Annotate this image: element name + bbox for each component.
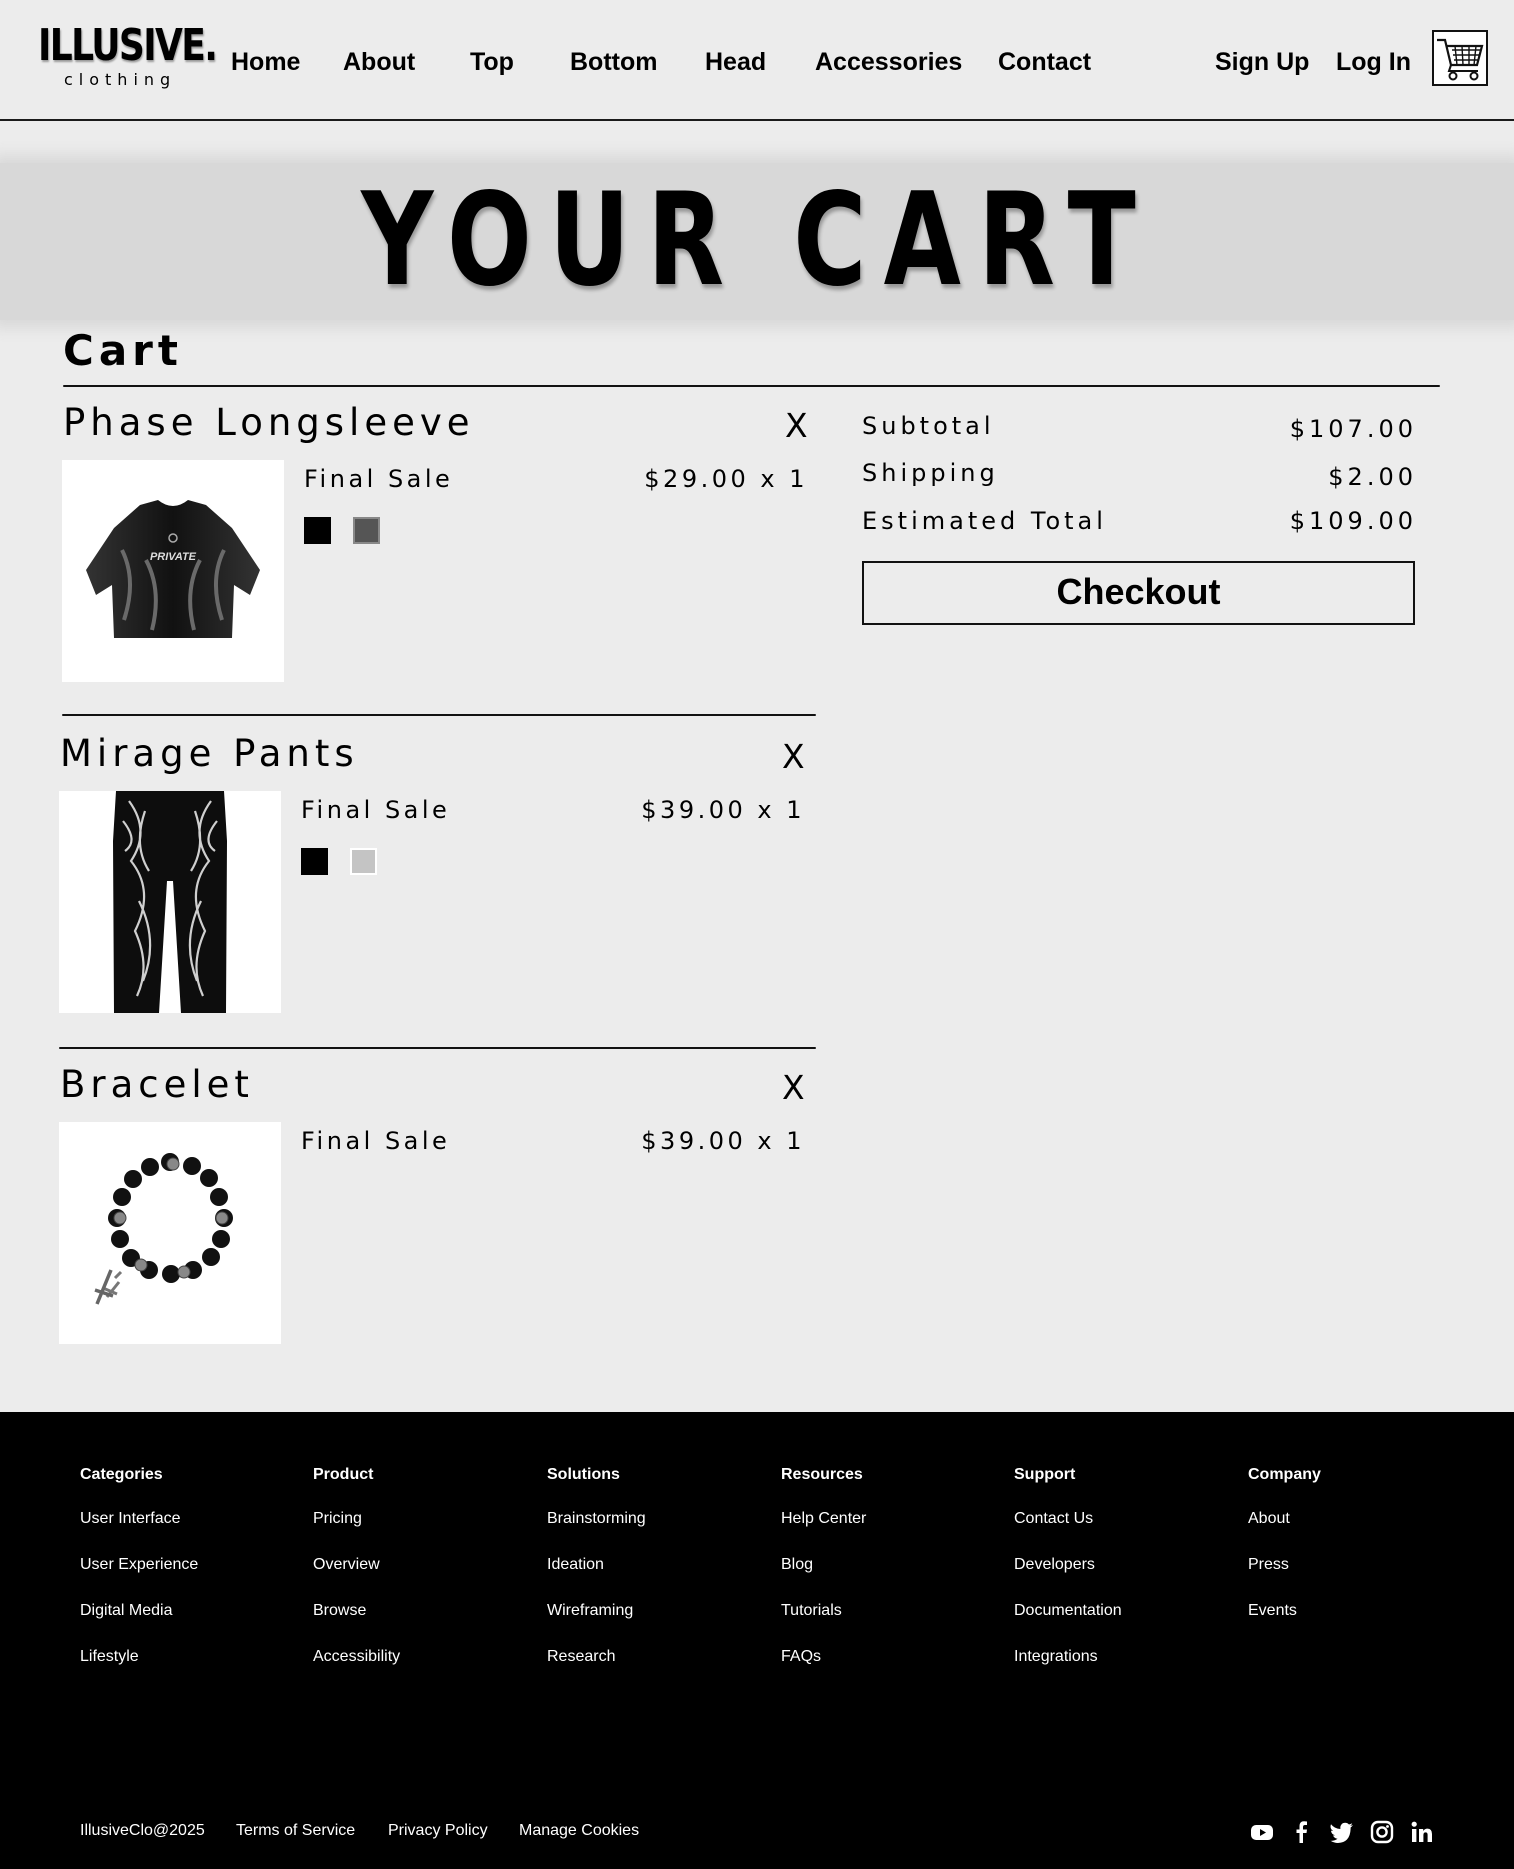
site-header: ILLUSIVE. clothing Home About Top Bottom… bbox=[0, 0, 1514, 121]
color-swatch-gray[interactable] bbox=[353, 517, 380, 544]
brand-name: ILLUSIVE. bbox=[38, 20, 218, 71]
color-swatch-light-gray[interactable] bbox=[350, 848, 377, 875]
cookies-link[interactable]: Manage Cookies bbox=[519, 1822, 639, 1840]
footer-link[interactable]: Wireframing bbox=[547, 1602, 747, 1648]
footer-column-company: Company About Press Events bbox=[1248, 1466, 1448, 1648]
footer-link[interactable]: Press bbox=[1248, 1556, 1448, 1602]
product-image-longsleeve[interactable]: PRIVATE bbox=[62, 460, 284, 682]
twitter-icon[interactable] bbox=[1329, 1820, 1355, 1844]
footer-heading: Categories bbox=[80, 1466, 163, 1483]
item-sale-label: Final Sale bbox=[301, 796, 451, 824]
item-name: Bracelet bbox=[60, 1063, 254, 1106]
facebook-icon[interactable] bbox=[1289, 1820, 1315, 1844]
svg-text:PRIVATE: PRIVATE bbox=[150, 551, 197, 563]
item-divider bbox=[62, 714, 816, 716]
footer-link[interactable]: FAQs bbox=[781, 1648, 981, 1694]
item-price: $39.00 x 1 bbox=[641, 1127, 805, 1155]
page-title: YOUR CART bbox=[361, 166, 1153, 315]
product-image-pants[interactable] bbox=[59, 791, 281, 1013]
color-swatch-black[interactable] bbox=[304, 517, 331, 544]
linkedin-icon[interactable] bbox=[1409, 1820, 1435, 1844]
remove-item-button[interactable]: X bbox=[785, 406, 808, 445]
cart-divider bbox=[63, 385, 1440, 387]
sign-up-link[interactable]: Sign Up bbox=[1215, 48, 1309, 77]
nav-top[interactable]: Top bbox=[470, 48, 514, 77]
nav-home[interactable]: Home bbox=[231, 48, 300, 77]
cart-heading: Cart bbox=[63, 326, 183, 375]
footer-heading: Support bbox=[1014, 1466, 1076, 1483]
footer-column-solutions: Solutions Brainstorming Ideation Wirefra… bbox=[547, 1466, 747, 1694]
nav-contact[interactable]: Contact bbox=[998, 48, 1091, 77]
subtotal-label: Subtotal bbox=[862, 412, 995, 440]
subtotal-value: $107.00 bbox=[1289, 415, 1417, 443]
shipping-value: $2.00 bbox=[1328, 463, 1417, 491]
nav-accessories[interactable]: Accessories bbox=[815, 48, 962, 77]
footer-link[interactable]: Documentation bbox=[1014, 1602, 1214, 1648]
footer-column-product: Product Pricing Overview Browse Accessib… bbox=[313, 1466, 513, 1694]
copyright-text: IllusiveClo@2025 bbox=[80, 1822, 205, 1839]
nav-about[interactable]: About bbox=[343, 48, 415, 77]
estimated-total-value: $109.00 bbox=[1289, 507, 1417, 535]
footer-link[interactable]: Research bbox=[547, 1648, 747, 1694]
footer-link[interactable]: Contact Us bbox=[1014, 1510, 1214, 1556]
footer-link[interactable]: Browse bbox=[313, 1602, 513, 1648]
footer-link[interactable]: Events bbox=[1248, 1602, 1448, 1648]
footer-link[interactable]: Digital Media bbox=[80, 1602, 280, 1648]
color-swatch-black[interactable] bbox=[301, 848, 328, 875]
shopping-cart-icon[interactable] bbox=[1432, 30, 1488, 86]
page-banner: YOUR CART bbox=[0, 163, 1514, 320]
item-price: $39.00 x 1 bbox=[641, 796, 805, 824]
footer-link[interactable]: User Interface bbox=[80, 1510, 280, 1556]
footer-link[interactable]: Brainstorming bbox=[547, 1510, 747, 1556]
item-sale-label: Final Sale bbox=[301, 1127, 451, 1155]
instagram-icon[interactable] bbox=[1369, 1820, 1395, 1844]
youtube-icon[interactable] bbox=[1249, 1820, 1275, 1844]
footer-heading: Product bbox=[313, 1466, 374, 1483]
brand-tagline: clothing bbox=[64, 70, 177, 89]
footer-heading: Company bbox=[1248, 1466, 1321, 1483]
footer-link[interactable]: Accessibility bbox=[313, 1648, 513, 1694]
estimated-total-label: Estimated Total bbox=[862, 507, 1107, 535]
shipping-label: Shipping bbox=[862, 459, 999, 487]
footer-link[interactable]: Developers bbox=[1014, 1556, 1214, 1602]
terms-link[interactable]: Terms of Service bbox=[236, 1822, 355, 1840]
footer-link[interactable]: Integrations bbox=[1014, 1648, 1214, 1694]
footer-link[interactable]: Lifestyle bbox=[80, 1648, 280, 1694]
footer-heading: Resources bbox=[781, 1466, 863, 1483]
footer-link[interactable]: Ideation bbox=[547, 1556, 747, 1602]
nav-head[interactable]: Head bbox=[705, 48, 766, 77]
footer-heading: Solutions bbox=[547, 1466, 620, 1483]
footer-column-categories: Categories User Interface User Experienc… bbox=[80, 1466, 280, 1694]
item-price: $29.00 x 1 bbox=[644, 465, 808, 493]
product-image-bracelet[interactable] bbox=[59, 1122, 281, 1344]
item-sale-label: Final Sale bbox=[304, 465, 454, 493]
checkout-button[interactable]: Checkout bbox=[862, 561, 1415, 625]
footer-link[interactable]: Blog bbox=[781, 1556, 981, 1602]
footer-link[interactable]: About bbox=[1248, 1510, 1448, 1556]
remove-item-button[interactable]: X bbox=[782, 1068, 805, 1107]
footer-column-support: Support Contact Us Developers Documentat… bbox=[1014, 1466, 1214, 1694]
log-in-link[interactable]: Log In bbox=[1336, 48, 1411, 77]
nav-bottom[interactable]: Bottom bbox=[570, 48, 657, 77]
item-divider bbox=[59, 1047, 816, 1049]
item-name: Mirage Pants bbox=[60, 732, 359, 775]
privacy-link[interactable]: Privacy Policy bbox=[388, 1822, 488, 1840]
footer-link[interactable]: Pricing bbox=[313, 1510, 513, 1556]
item-name: Phase Longsleeve bbox=[63, 401, 475, 444]
site-footer: Categories User Interface User Experienc… bbox=[0, 1412, 1514, 1869]
footer-link[interactable]: User Experience bbox=[80, 1556, 280, 1602]
footer-column-resources: Resources Help Center Blog Tutorials FAQ… bbox=[781, 1466, 981, 1694]
remove-item-button[interactable]: X bbox=[782, 737, 805, 776]
footer-link[interactable]: Tutorials bbox=[781, 1602, 981, 1648]
footer-link[interactable]: Overview bbox=[313, 1556, 513, 1602]
footer-link[interactable]: Help Center bbox=[781, 1510, 981, 1556]
brand-logo[interactable]: ILLUSIVE. clothing bbox=[38, 20, 218, 90]
